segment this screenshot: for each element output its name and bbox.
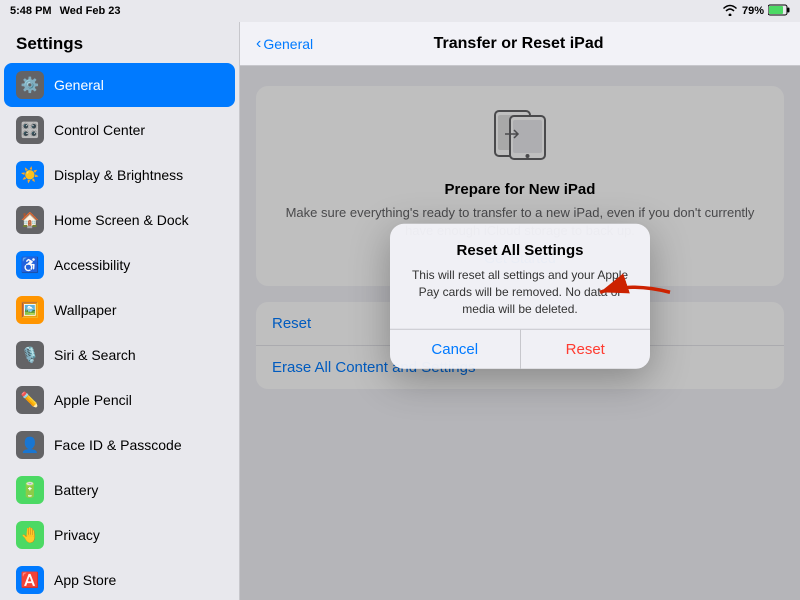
content-header: ‹ General Transfer or Reset iPad: [240, 22, 800, 66]
sidebar-item-siri[interactable]: 🎙️ Siri & Search: [4, 333, 235, 377]
sidebar-item-accessibility[interactable]: ♿ Accessibility: [4, 243, 235, 287]
battery-text: 79%: [742, 5, 764, 17]
alert-title: Reset All Settings: [406, 242, 634, 259]
battery-sidebar-icon: 🔋: [16, 476, 44, 504]
alert-reset-button[interactable]: Reset: [521, 330, 651, 369]
sidebar-item-home-screen[interactable]: 🏠 Home Screen & Dock: [4, 198, 235, 242]
sidebar-item-privacy[interactable]: 🤚 Privacy: [4, 513, 235, 557]
sidebar-label-siri: Siri & Search: [54, 347, 136, 363]
privacy-icon: 🤚: [16, 521, 44, 549]
sidebar: Settings ⚙️ General 🎛️ Control Center ☀️…: [0, 22, 240, 600]
sidebar-item-faceid[interactable]: 👤 Face ID & Passcode: [4, 423, 235, 467]
sidebar-item-display[interactable]: ☀️ Display & Brightness: [4, 153, 235, 197]
sidebar-label-battery: Battery: [54, 482, 98, 498]
sidebar-label-display: Display & Brightness: [54, 167, 183, 183]
sidebar-label-appstore: App Store: [54, 572, 116, 588]
sidebar-label-privacy: Privacy: [54, 527, 100, 543]
content-title: Transfer or Reset iPad: [321, 35, 716, 53]
sidebar-item-general[interactable]: ⚙️ General: [4, 63, 235, 107]
sidebar-label-wallpaper: Wallpaper: [54, 302, 117, 318]
arrow-svg: [580, 262, 680, 322]
general-icon: ⚙️: [16, 71, 44, 99]
sidebar-label-pencil: Apple Pencil: [54, 392, 132, 408]
pencil-icon: ✏️: [16, 386, 44, 414]
wallpaper-icon: 🖼️: [16, 296, 44, 324]
sidebar-label-accessibility: Accessibility: [54, 257, 130, 273]
control-center-icon: 🎛️: [16, 116, 44, 144]
sidebar-label-faceid: Face ID & Passcode: [54, 437, 182, 453]
faceid-icon: 👤: [16, 431, 44, 459]
accessibility-icon: ♿: [16, 251, 44, 279]
arrow-annotation: [580, 262, 680, 327]
sidebar-label-home: Home Screen & Dock: [54, 212, 189, 228]
main-layout: Settings ⚙️ General 🎛️ Control Center ☀️…: [0, 22, 800, 600]
alert-cancel-button[interactable]: Cancel: [390, 330, 521, 369]
back-label: General: [263, 36, 313, 52]
siri-icon: 🎙️: [16, 341, 44, 369]
sidebar-item-wallpaper[interactable]: 🖼️ Wallpaper: [4, 288, 235, 332]
back-chevron-icon: ‹: [256, 35, 261, 53]
status-time: 5:48 PM: [10, 5, 52, 17]
sidebar-label-general: General: [54, 77, 104, 93]
sidebar-label-control: Control Center: [54, 122, 145, 138]
home-icon: 🏠: [16, 206, 44, 234]
battery-icon: [768, 4, 790, 19]
status-date: Wed Feb 23: [60, 5, 121, 17]
display-icon: ☀️: [16, 161, 44, 189]
content-area: ‹ General Transfer or Reset iPad: [240, 22, 800, 600]
appstore-icon: 🅰️: [16, 566, 44, 594]
status-bar: 5:48 PM Wed Feb 23 79%: [0, 0, 800, 22]
sidebar-item-pencil[interactable]: ✏️ Apple Pencil: [4, 378, 235, 422]
back-button[interactable]: ‹ General: [256, 35, 313, 53]
wifi-icon: [722, 4, 738, 19]
sidebar-header: Settings: [0, 22, 239, 62]
sidebar-item-battery[interactable]: 🔋 Battery: [4, 468, 235, 512]
sidebar-item-control-center[interactable]: 🎛️ Control Center: [4, 108, 235, 152]
alert-buttons: Cancel Reset: [390, 329, 650, 369]
sidebar-item-appstore[interactable]: 🅰️ App Store: [4, 558, 235, 600]
